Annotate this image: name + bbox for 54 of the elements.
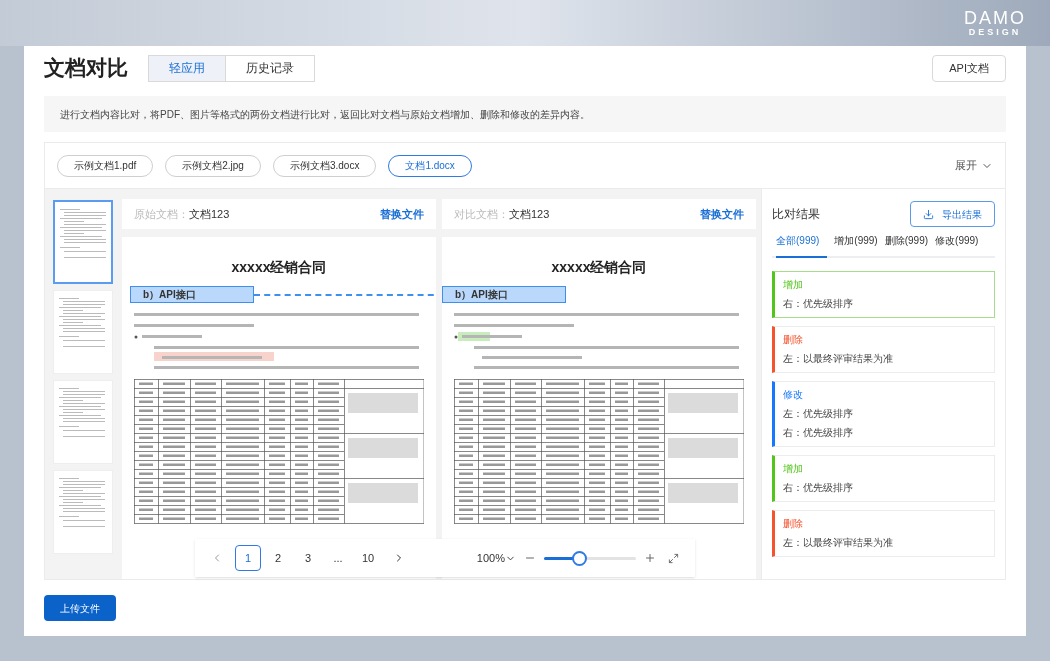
page-button[interactable]: 1	[235, 545, 261, 571]
segment-tab[interactable]: 轻应用	[148, 54, 226, 82]
filter-tab[interactable]: 全部(999)	[776, 233, 828, 258]
document-title: xxxxx经销合同	[230, 258, 328, 277]
page-button[interactable]: 2	[265, 545, 291, 571]
change-type-label: 增加	[783, 462, 804, 476]
result-card[interactable]: 增加 右：优先级排序	[772, 455, 995, 502]
result-card[interactable]: 删除 左：以最终评审结果为准	[772, 326, 995, 373]
document-name: 文档123	[509, 206, 550, 222]
expand-icon	[668, 552, 679, 564]
filter-tab[interactable]: 删除(999)	[884, 233, 929, 258]
replace-file-link[interactable]: 替换文件	[700, 205, 744, 223]
document-title: xxxxx经销合同	[550, 258, 648, 277]
export-button[interactable]: 导出结果	[910, 201, 995, 227]
page-title: 文档对比	[44, 55, 128, 82]
change-text: 右：优先级排序	[783, 426, 854, 440]
page-button[interactable]: 3	[295, 545, 321, 571]
change-text: 左：优先级排序	[783, 407, 854, 421]
segment-tab[interactable]: 历史记录	[225, 54, 315, 82]
document-label: 对比文档：	[454, 206, 509, 222]
download-icon	[923, 208, 934, 220]
document-label: 原始文档：	[134, 206, 189, 222]
api-docs-button[interactable]: API文档	[932, 54, 1006, 82]
page-thumbnail[interactable]	[53, 200, 113, 284]
expand-toggle[interactable]: 展开	[955, 157, 993, 174]
replace-file-link[interactable]: 替换文件	[380, 205, 424, 223]
page-button[interactable]: ...	[325, 545, 351, 571]
change-type-label: 删除	[783, 517, 804, 531]
fullscreen-button[interactable]	[668, 552, 679, 564]
document-heading[interactable]: b）API接口	[130, 286, 254, 303]
result-card[interactable]: 增加 右：优先级排序	[772, 271, 995, 318]
document-heading[interactable]: b）API接口	[442, 286, 566, 303]
filter-tab[interactable]: 修改(999)	[935, 233, 979, 258]
zoom-select[interactable]: 100%	[476, 549, 516, 567]
zoom-in-button[interactable]	[644, 552, 656, 564]
change-text: 左：以最终评审结果为准	[783, 352, 894, 366]
change-text: 左：以最终评审结果为准	[783, 536, 894, 550]
logo-subtitle: DESIGN	[968, 28, 1022, 37]
page-button[interactable]: 10	[355, 545, 381, 571]
results-title: 比对结果	[772, 206, 820, 223]
document-name: 文档123	[189, 206, 230, 222]
change-type-label: 增加	[783, 278, 804, 292]
logo-mark: DAMO	[964, 9, 1026, 27]
result-card[interactable]: 删除 左：以最终评审结果为准	[772, 510, 995, 557]
change-text: 右：优先级排序	[783, 297, 854, 311]
result-card[interactable]: 修改 左：优先级排序 右：优先级排序	[772, 381, 995, 447]
description-box: 进行文档内容比对，将PDF、图片等格式的两份文档进行比对，返回比对文档与原始文档增加、删除和修改的差异内容。	[44, 96, 1006, 132]
plus-icon	[644, 552, 656, 564]
upload-file-button[interactable]: 上传文件	[44, 595, 116, 621]
filter-tab[interactable]: 增加(999)	[834, 233, 878, 258]
change-type-label: 修改	[783, 388, 804, 402]
change-text: 右：优先级排序	[783, 481, 854, 495]
change-type-label: 删除	[783, 333, 804, 347]
zoom-slider[interactable]	[544, 550, 636, 566]
